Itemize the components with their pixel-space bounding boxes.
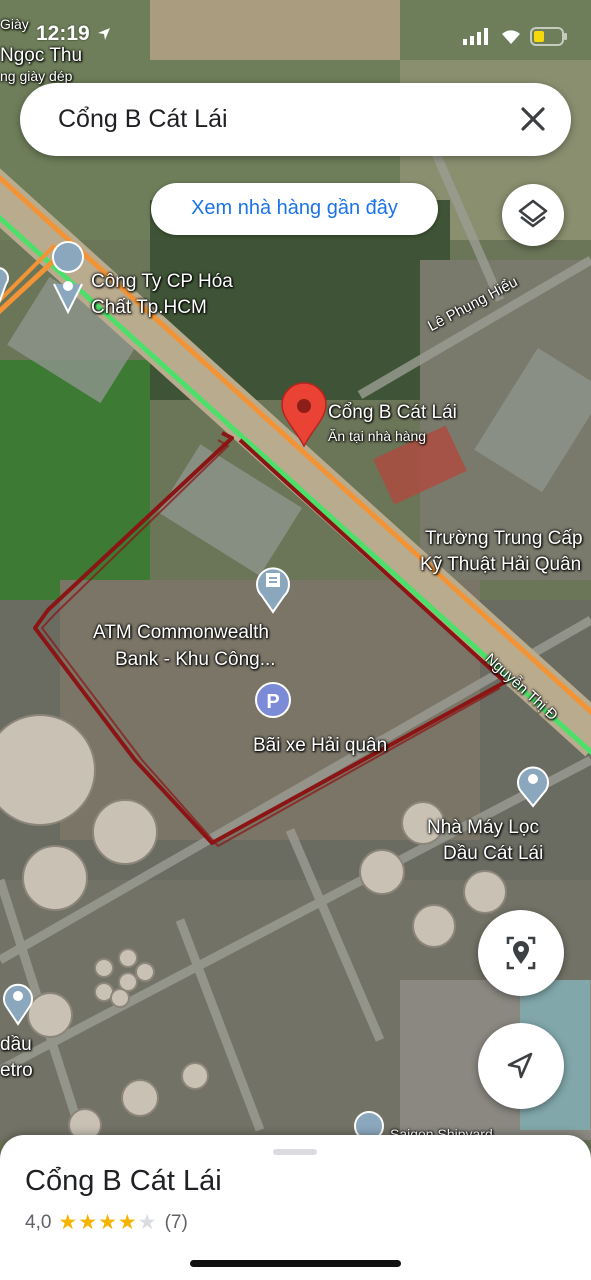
status-bar: 12:19 <box>0 0 591 70</box>
star-empty-icon: ★ <box>137 1211 158 1234</box>
layers-icon <box>518 199 548 228</box>
label-left-edge-2[interactable]: etro <box>0 1059 33 1082</box>
star-filled-icon: ★ <box>117 1211 138 1234</box>
navigate-icon <box>507 1052 533 1079</box>
place-title: Cổng B Cát Lái <box>25 1165 222 1197</box>
label-place-title[interactable]: Cổng B Cát Lái <box>328 401 457 424</box>
sheet-handle[interactable] <box>273 1149 317 1155</box>
label-refinery-1[interactable]: Nhà Máy Lọc <box>427 816 539 839</box>
chip-label: Xem nhà hàng gần đây <box>191 197 398 219</box>
label-place-subtitle: Ăn tại nhà hàng <box>328 428 427 444</box>
label-left-edge-1[interactable]: dầu <box>0 1033 32 1056</box>
label-company-1[interactable]: Công Ty CP Hóa <box>91 270 233 293</box>
star-filled-icon: ★ <box>78 1211 99 1234</box>
signal-icon <box>463 28 488 45</box>
review-count: (7) <box>164 1211 188 1233</box>
layers-button[interactable] <box>502 184 564 246</box>
rating-value: 4,0 <box>25 1211 52 1233</box>
svg-text:P: P <box>266 691 279 713</box>
home-indicator <box>190 1260 401 1267</box>
star-filled-icon: ★ <box>58 1211 79 1234</box>
label-company-2[interactable]: Chất Tp.HCM <box>91 296 207 319</box>
nearby-restaurants-chip[interactable]: Xem nhà hàng gần đây <box>151 183 438 235</box>
my-location-icon <box>506 936 536 970</box>
search-query[interactable]: Cổng B Cát Lái <box>58 105 228 134</box>
my-location-button[interactable] <box>478 910 564 996</box>
star-filled-icon: ★ <box>98 1211 118 1234</box>
star-rating-icon: ★★★★★ <box>58 1210 157 1235</box>
battery-icon <box>530 27 567 46</box>
status-time: 12:19 <box>36 22 90 45</box>
place-bottom-sheet[interactable]: Cổng B Cát Lái 4,0 ★★★★★ (7) <box>0 1135 591 1280</box>
label-parking[interactable]: Bãi xe Hải quân <box>253 734 387 757</box>
label-school-1[interactable]: Trường Trung Cấp <box>425 527 583 550</box>
parking-icon[interactable]: P <box>255 682 291 718</box>
close-icon[interactable] <box>513 99 553 139</box>
rating-row[interactable]: 4,0 ★★★★★ (7) <box>25 1210 188 1235</box>
label-atm-1[interactable]: ATM Commonwealth <box>93 621 269 644</box>
label-refinery-2[interactable]: Dầu Cát Lái <box>443 842 543 865</box>
navigate-button[interactable] <box>478 1023 564 1109</box>
label-atm-2[interactable]: Bank - Khu Công... <box>115 648 276 671</box>
wifi-icon <box>502 30 520 44</box>
search-bar[interactable]: Cổng B Cát Lái <box>20 83 571 156</box>
location-arrow-icon <box>98 28 110 40</box>
label-school-2[interactable]: Kỹ Thuật Hải Quân <box>420 553 581 576</box>
